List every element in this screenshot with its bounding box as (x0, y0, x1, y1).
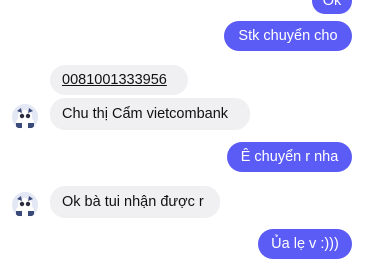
message-text: Ủa lẹ v :))) (271, 235, 339, 252)
message-bubble-incoming[interactable]: Ok bà tui nhận được r (50, 186, 220, 218)
message-text: Chu thị Cẩm vietcombank (62, 105, 229, 122)
message-text: Ok bà tui nhận được r (62, 193, 204, 210)
message-bubble-incoming[interactable]: Chu thị Cẩm vietcombank (50, 98, 250, 130)
message-text: Ok (322, 0, 342, 9)
account-number-link[interactable]: 0081001333956 (62, 73, 167, 88)
message-bubble-incoming[interactable]: 0081001333956 (50, 65, 188, 95)
message-bubble-outgoing[interactable]: Ủa lẹ v :))) (258, 229, 352, 259)
message-bubble-outgoing[interactable]: Ok (312, 0, 352, 14)
message-bubble-outgoing[interactable]: Ê chuyển r nha (227, 142, 352, 172)
message-bubble-outgoing[interactable]: Stk chuyển cho (224, 21, 352, 51)
contact-avatar-icon (12, 192, 38, 218)
contact-avatar-icon (12, 104, 38, 130)
message-text: Ê chuyển r nha (240, 148, 339, 165)
message-text: Stk chuyển cho (238, 27, 338, 44)
